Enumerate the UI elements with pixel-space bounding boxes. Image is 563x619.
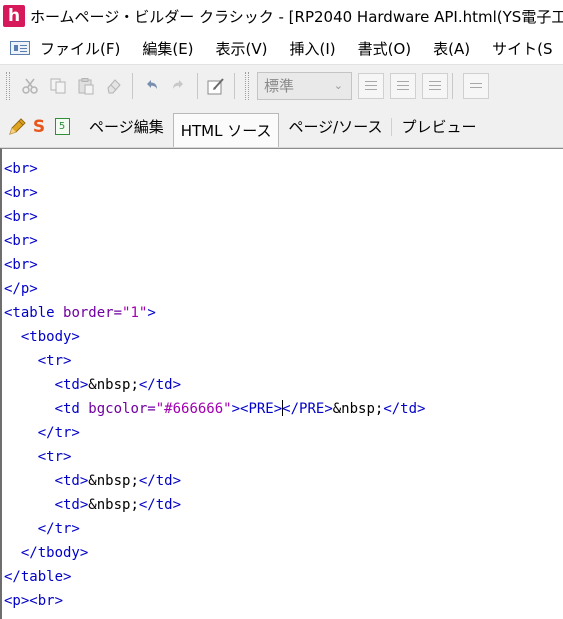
paragraph-style-select[interactable]: 標準 ⌄: [257, 71, 352, 100]
html5-label: 5: [54, 118, 70, 135]
source-line[interactable]: <td bgcolor="#666666"><PRE></PRE>&nbsp;<…: [4, 397, 425, 421]
source-token-tag: <tr>: [4, 353, 72, 369]
toolbar: 標準 ⌄: [0, 64, 563, 106]
toolbar-grip[interactable]: [6, 71, 10, 100]
source-line[interactable]: </tr>: [4, 517, 80, 541]
source-token-tag: </tr>: [4, 521, 80, 537]
source-line[interactable]: <tr>: [4, 445, 72, 469]
source-token-val: "#666666": [155, 401, 232, 417]
source-token-tag: <br>: [4, 185, 38, 201]
menu-insert[interactable]: 挿入(I): [290, 38, 336, 59]
source-token-val: "1": [122, 305, 148, 321]
toolbar-separator: [452, 72, 453, 99]
source-line[interactable]: <td>&nbsp;</td>: [4, 373, 181, 397]
window-title: ホームページ・ビルダー クラシック - [RP2040 Hardware API…: [30, 7, 563, 26]
menu-bar: ファイル(F) 編集(E) 表示(V) 挿入(I) 書式(O) 表(A) サイト…: [0, 32, 563, 64]
source-line[interactable]: <tr>: [4, 349, 72, 373]
tab-page-source[interactable]: ページ/ソース: [279, 112, 391, 142]
align-center-icon[interactable]: [390, 72, 416, 99]
source-line[interactable]: </table>: [4, 565, 71, 589]
source-line[interactable]: </tbody>: [4, 541, 88, 565]
list-format-icon[interactable]: [463, 72, 489, 99]
tab-page-edit[interactable]: ページ編集: [80, 112, 173, 142]
source-line[interactable]: <br>: [4, 229, 38, 253]
eraser-icon[interactable]: [100, 72, 128, 100]
source-token-tag: <tr>: [4, 449, 72, 465]
toolbar-grip[interactable]: [245, 71, 249, 100]
view-mode-tabbar: S 5 ページ編集 HTML ソース ページ/ソース プレビュー: [0, 106, 563, 148]
menu-format[interactable]: 書式(O): [358, 38, 412, 59]
toolbar-separator: [197, 72, 198, 99]
document-menu-icon[interactable]: [10, 41, 30, 55]
source-token-text: &nbsp;: [88, 497, 139, 513]
menu-view[interactable]: 表示(V): [216, 38, 268, 59]
source-token-tag: <td: [4, 401, 89, 417]
tab-html-source[interactable]: HTML ソース: [172, 112, 280, 147]
align-right-icon[interactable]: [422, 72, 448, 99]
edit-note-icon[interactable]: [202, 72, 230, 100]
source-line[interactable]: <br>: [4, 181, 38, 205]
source-line[interactable]: <p><br>: [4, 589, 63, 613]
menu-edit[interactable]: 編集(E): [142, 38, 193, 59]
source-token-tag: </p>: [4, 281, 38, 297]
source-token-attr: bgcolor=: [88, 401, 156, 417]
source-token-tag: </td>: [138, 497, 182, 513]
source-token-tag: </table>: [4, 569, 72, 585]
source-token-tag: </td>: [138, 473, 182, 489]
paragraph-style-value: 標準: [264, 77, 295, 95]
app-logo-icon[interactable]: h: [3, 5, 25, 27]
align-left-icon[interactable]: [358, 72, 384, 99]
s-mode-icon[interactable]: S: [28, 116, 50, 138]
source-token-text: &nbsp;: [332, 401, 384, 417]
source-token-tag: <table: [4, 305, 64, 321]
source-token-tag: </tr>: [4, 425, 80, 441]
html-source-editor[interactable]: <br> <br> <br> <br> <br> </p> <table border="1…: [0, 148, 563, 619]
source-line[interactable]: </p>: [4, 277, 38, 301]
source-token-tag: <br>: [4, 233, 38, 249]
redo-icon[interactable]: [165, 72, 193, 100]
source-line[interactable]: <tbody>: [4, 325, 80, 349]
chevron-down-icon: ⌄: [333, 78, 343, 92]
cut-icon[interactable]: [16, 72, 44, 100]
source-token-tag: </PRE>: [282, 401, 333, 417]
source-line[interactable]: <br>: [4, 253, 38, 277]
source-token-tag: <p><br>: [4, 593, 64, 609]
source-token-text: &nbsp;: [88, 473, 139, 489]
menu-table[interactable]: 表(A): [433, 38, 470, 59]
source-line[interactable]: <table border="1">: [4, 301, 156, 325]
source-token-tag: <td>: [4, 377, 89, 393]
source-token-tag: <td>: [4, 473, 89, 489]
menu-file[interactable]: ファイル(F): [40, 38, 120, 59]
source-token-tag: <td>: [4, 497, 89, 513]
paste-icon[interactable]: [72, 72, 100, 100]
title-bar[interactable]: h ホームページ・ビルダー クラシック - [RP2040 Hardware A…: [0, 0, 563, 32]
undo-icon[interactable]: [137, 72, 165, 100]
source-token-tag: </tbody>: [4, 545, 89, 561]
toolbar-separator: [234, 72, 235, 99]
source-token-tag: >: [147, 305, 156, 321]
toolbar-separator: [132, 72, 133, 99]
tab-preview[interactable]: プレビュー: [392, 112, 485, 142]
source-token-attr: border=: [63, 305, 123, 321]
source-token-tag: <br>: [4, 257, 38, 273]
source-line[interactable]: <td>&nbsp;</td>: [4, 469, 181, 493]
source-line[interactable]: <td>&nbsp;</td>: [4, 493, 181, 517]
pencil-icon[interactable]: [6, 116, 28, 138]
menu-site[interactable]: サイト(S: [492, 38, 552, 59]
source-line[interactable]: </tr>: [4, 421, 80, 445]
source-line[interactable]: <br>: [4, 205, 38, 229]
copy-icon[interactable]: [44, 72, 72, 100]
source-token-tag: ><PRE>: [231, 401, 283, 417]
source-token-tag: </td>: [138, 377, 182, 393]
html5-icon[interactable]: 5: [52, 116, 72, 138]
source-token-tag: <br>: [4, 209, 38, 225]
source-line[interactable]: <br>: [4, 157, 38, 181]
source-token-text: &nbsp;: [88, 377, 139, 393]
source-token-tag: <br>: [4, 161, 38, 177]
source-token-tag: <tbody>: [4, 329, 80, 345]
source-token-tag: </td>: [383, 401, 426, 417]
